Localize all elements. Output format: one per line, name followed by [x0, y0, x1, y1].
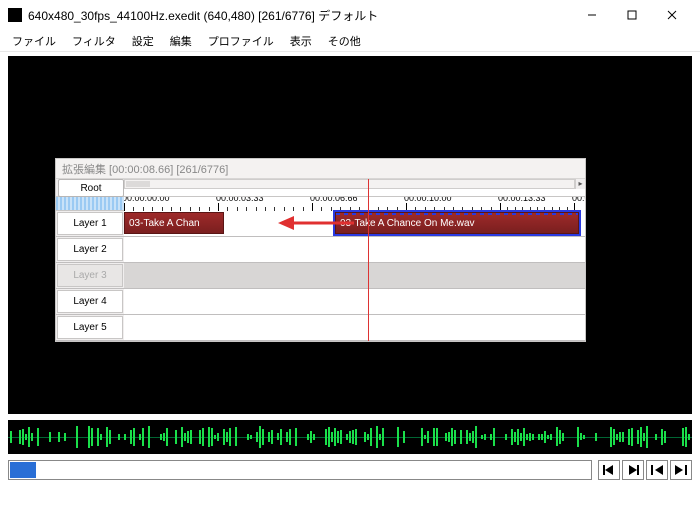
seek-slider[interactable] — [8, 460, 592, 480]
layer-row: Layer 103-Take A Chan 03-Take A Chance On… — [56, 211, 585, 237]
timeline-root-button[interactable]: Root — [58, 179, 124, 197]
ruler-tick-label: 00:00:10.00 — [404, 197, 452, 203]
menu-profile[interactable]: プロファイル — [200, 31, 282, 51]
layer-label[interactable]: Layer 2 — [57, 238, 123, 261]
ruler-tick-label: 00:00:03.33 — [216, 197, 264, 203]
audio-waveform[interactable] — [8, 420, 692, 454]
timeline-zoom-slider[interactable] — [56, 197, 124, 211]
skip-start-button[interactable] — [646, 460, 668, 480]
close-button[interactable] — [652, 3, 692, 27]
ruler-tick-label: 00:00:00.00 — [124, 197, 170, 203]
layer-track[interactable]: 03-Take A Chan 03-Take A Chance On Me.wav — [124, 211, 585, 236]
preview-viewport: 拡張編集 [00:00:08.66] [261/6776] Root ▸ 00:… — [8, 56, 692, 414]
layer-row: Layer 2 — [56, 237, 585, 263]
layer-track[interactable] — [124, 237, 585, 262]
playhead[interactable] — [368, 179, 369, 341]
window-titlebar: 640x480_30fps_44100Hz.exedit (640,480) [… — [0, 0, 700, 30]
ruler-tick-label: 00:00:13.33 — [498, 197, 546, 203]
app-icon — [8, 8, 22, 22]
timeline-hscrollbar[interactable] — [124, 179, 575, 189]
timeline-title: 拡張編集 [00:00:08.66] [261/6776] — [56, 159, 585, 179]
annotation-arrow — [274, 211, 364, 235]
layer-label[interactable]: Layer 1 — [57, 212, 123, 235]
menu-file[interactable]: ファイル — [4, 31, 64, 51]
layer-label[interactable]: Layer 5 — [57, 316, 123, 339]
timeline-hscroll-thumb[interactable] — [126, 181, 150, 187]
timeline-ruler[interactable]: 00:00:00.00 00:00:03.33 00:00:06.66 00:00:1… — [124, 197, 585, 211]
audio-clip-destination[interactable]: 03-Take A Chance On Me.wav — [335, 212, 579, 234]
menu-other[interactable]: その他 — [320, 31, 369, 51]
layer-track[interactable] — [124, 315, 585, 340]
layer-track[interactable] — [124, 263, 585, 288]
menu-display[interactable]: 表示 — [282, 31, 320, 51]
window-title: 640x480_30fps_44100Hz.exedit (640,480) [… — [28, 7, 572, 24]
main-menubar: ファイル フィルタ 設定 編集 プロファイル 表示 その他 — [0, 30, 700, 52]
timeline-scrollbar-row: ▸ — [124, 179, 585, 196]
skip-end-button[interactable] — [670, 460, 692, 480]
audio-clip-source[interactable]: 03-Take A Chan — [124, 212, 224, 234]
layer-row: Layer 5 — [56, 315, 585, 341]
layer-row: Layer 4 — [56, 289, 585, 315]
layer-track[interactable] — [124, 289, 585, 314]
step-back-button[interactable] — [598, 460, 620, 480]
transport-bar — [8, 458, 692, 482]
maximize-button[interactable] — [612, 3, 652, 27]
seek-thumb[interactable] — [10, 462, 36, 478]
play-button[interactable] — [622, 460, 644, 480]
menu-filter[interactable]: フィルタ — [64, 31, 124, 51]
layer-label[interactable]: Layer 4 — [57, 290, 123, 313]
timeline-hscroll-right-button[interactable]: ▸ — [575, 179, 585, 189]
layer-row: Layer 3 — [56, 263, 585, 289]
ruler-tick-label: 00:00:06.66 — [310, 197, 358, 203]
layer-label[interactable]: Layer 3 — [57, 264, 123, 287]
menu-settings[interactable]: 設定 — [124, 31, 162, 51]
menu-edit[interactable]: 編集 — [162, 31, 200, 51]
timeline-panel: 拡張編集 [00:00:08.66] [261/6776] Root ▸ 00:… — [55, 158, 586, 342]
minimize-button[interactable] — [572, 3, 612, 27]
